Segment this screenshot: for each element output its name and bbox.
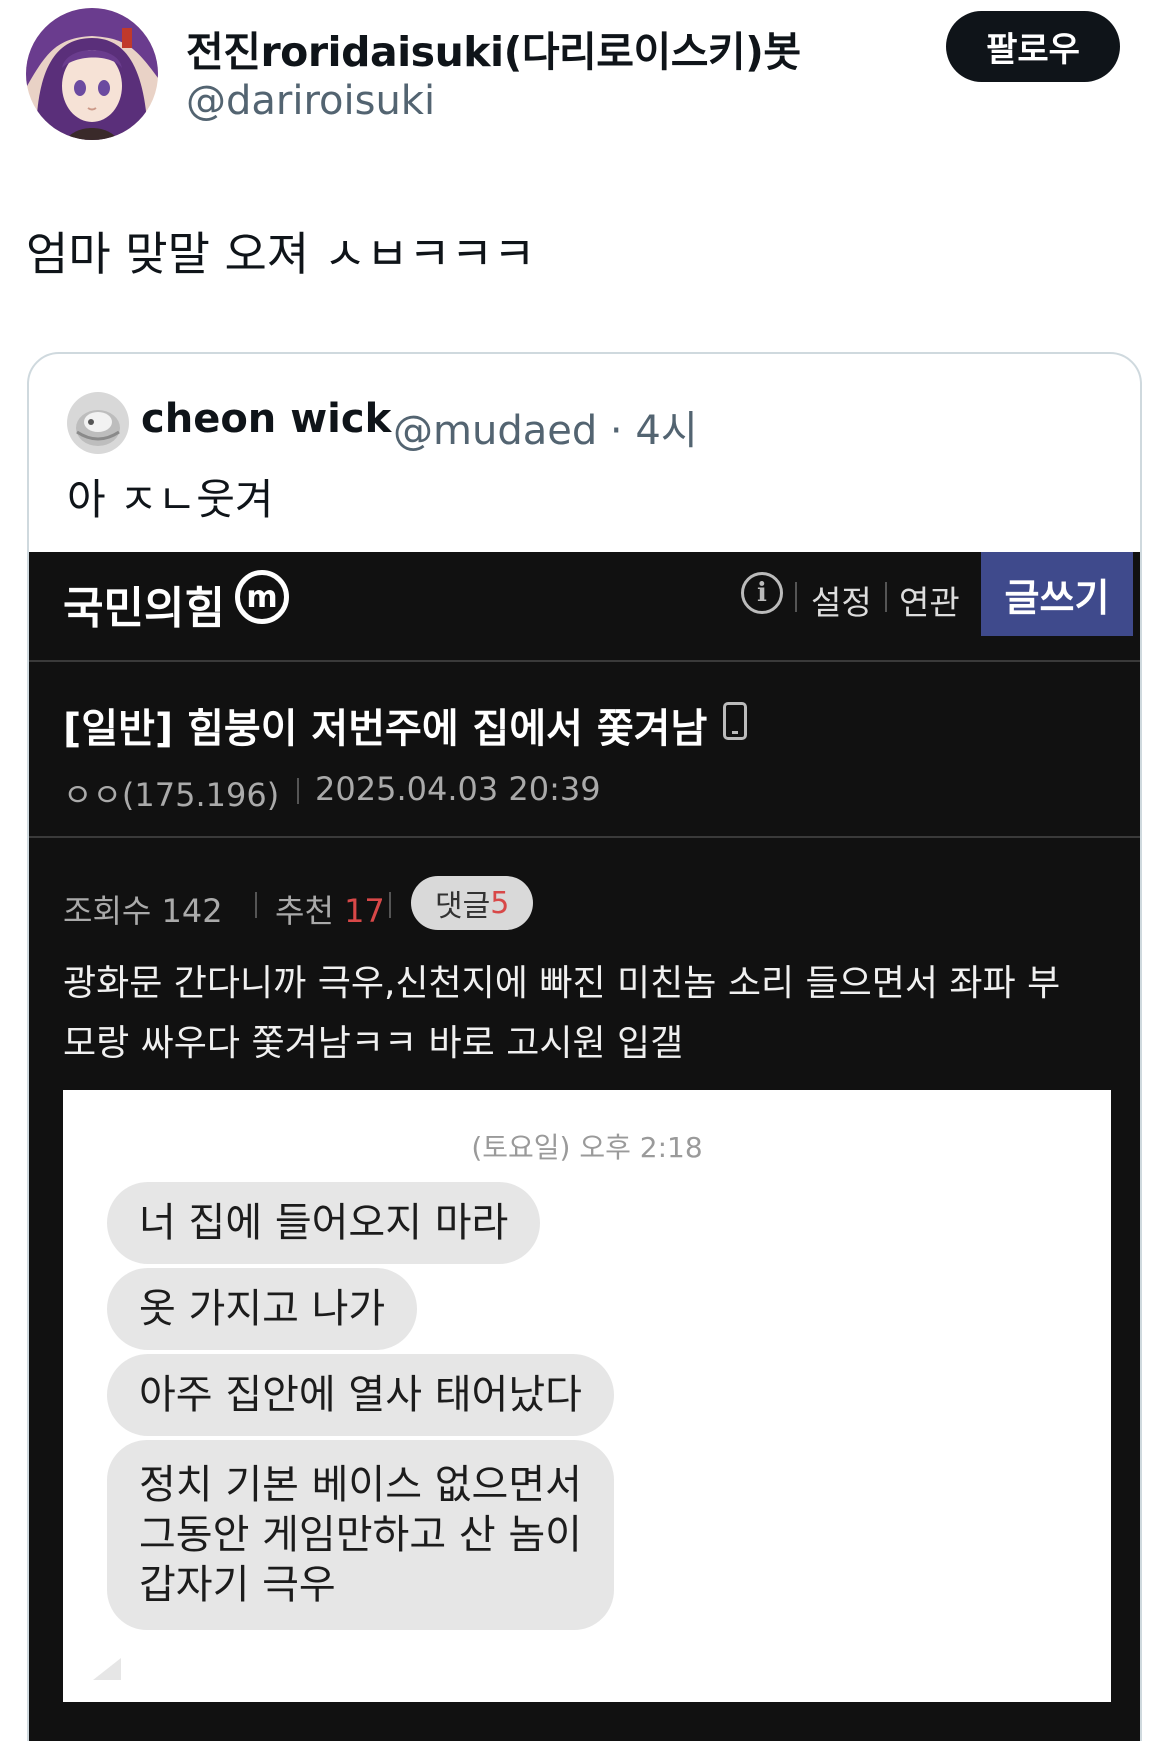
- post-body: 광화문 간다니까 극우,신천지에 빠진 미친놈 소리 들으면서 좌파 부 모랑 …: [63, 954, 1123, 1074]
- title-divider: [29, 836, 1140, 838]
- post-title: [일반] 힘붕이 저번주에 집에서 쫓겨남: [63, 706, 708, 752]
- nav-related: 연관: [899, 583, 960, 622]
- chat-timestamp: (토요일) 오후 2:18: [471, 1131, 703, 1164]
- follow-button[interactable]: 팔로우: [946, 11, 1120, 82]
- quoted-author-meta[interactable]: @mudaed · 4시: [393, 398, 698, 456]
- minor-gallery-badge-icon: m: [235, 570, 289, 624]
- post-date: 2025.04.03 20:39: [315, 770, 601, 808]
- comment-value: 5: [490, 885, 510, 921]
- chat-bubble-multiline: 정치 기본 베이스 없으면서 그동안 게임만하고 산 놈이 갑자기 극우: [107, 1440, 614, 1630]
- meta-divider: [297, 778, 299, 804]
- chat-bubble-tail: [93, 1658, 121, 1680]
- recommend-label: 추천: [275, 892, 334, 930]
- post-body-line: 모랑 싸우다 쫓겨남ㅋㅋ 바로 고시원 입갤: [63, 1023, 684, 1064]
- quoted-tweet-card[interactable]: cheon wick @mudaed · 4시 아 ㅈㄴ웃겨 국민의힘 m i …: [27, 352, 1142, 1741]
- chat-bubble: 아주 집안에 열사 태어났다: [107, 1354, 614, 1436]
- chat-screenshot: (토요일) 오후 2:18 너 집에 들어오지 마라 옷 가지고 나가 아주 집…: [63, 1090, 1111, 1702]
- post-body-line: 광화문 간다니까 극우,신천지에 빠진 미친놈 소리 들으면서 좌파 부: [63, 963, 1061, 1004]
- author-avatar[interactable]: [26, 8, 158, 140]
- nav-divider: [885, 582, 887, 612]
- stat-divider: [255, 892, 257, 918]
- info-icon: i: [741, 572, 783, 614]
- chat-bubble: 옷 가지고 나가: [107, 1268, 418, 1350]
- quoted-author-name[interactable]: cheon wick: [141, 396, 391, 442]
- tweet-text: 엄마 맞말 오져 ㅅㅂㅋㅋㅋ: [26, 227, 536, 281]
- comment-count-badge: 댓글 5: [411, 876, 534, 930]
- recommend-value: 17: [344, 892, 385, 930]
- author-handle[interactable]: @dariroisuki: [186, 78, 435, 124]
- view-count-value: 142: [161, 892, 223, 930]
- chat-bubble-line: 정치 기본 베이스 없으면서: [139, 1462, 582, 1508]
- quoted-author-avatar[interactable]: [67, 392, 129, 454]
- header-divider: [29, 660, 1140, 662]
- recommend-count: 추천 17: [275, 886, 385, 932]
- chat-bubble: 너 집에 들어오지 마라: [107, 1182, 541, 1264]
- post-author: ㅇㅇ(175.196): [63, 776, 280, 814]
- stat-divider: [389, 892, 391, 918]
- tweet-page: 전진roridaisuki(다리로이스키)봇 @dariroisuki 팔로우 …: [0, 0, 1170, 1741]
- mobile-post-icon: [723, 702, 747, 740]
- view-count: 조회수 142: [63, 886, 223, 932]
- chat-bubble-line: 그동안 게임만하고 산 놈이: [139, 1512, 582, 1558]
- quoted-tweet-text: 아 ㅈㄴ웃겨: [67, 475, 274, 524]
- nav-settings: 설정: [811, 583, 872, 622]
- nav-divider: [795, 582, 797, 612]
- write-post-button: 글쓰기: [981, 552, 1133, 636]
- gallery-title: 국민의힘: [63, 583, 225, 634]
- attached-screenshot[interactable]: 국민의힘 m i 설정 연관 글쓰기 [일반] 힘붕이 저번주에 집에서 쫓겨남…: [29, 552, 1140, 1741]
- author-display-name[interactable]: 전진roridaisuki(다리로이스키)봇: [186, 18, 801, 78]
- comment-label: 댓글: [435, 889, 491, 924]
- chat-bubble-line: 갑자기 극우: [139, 1562, 336, 1608]
- view-count-label: 조회수: [63, 892, 152, 930]
